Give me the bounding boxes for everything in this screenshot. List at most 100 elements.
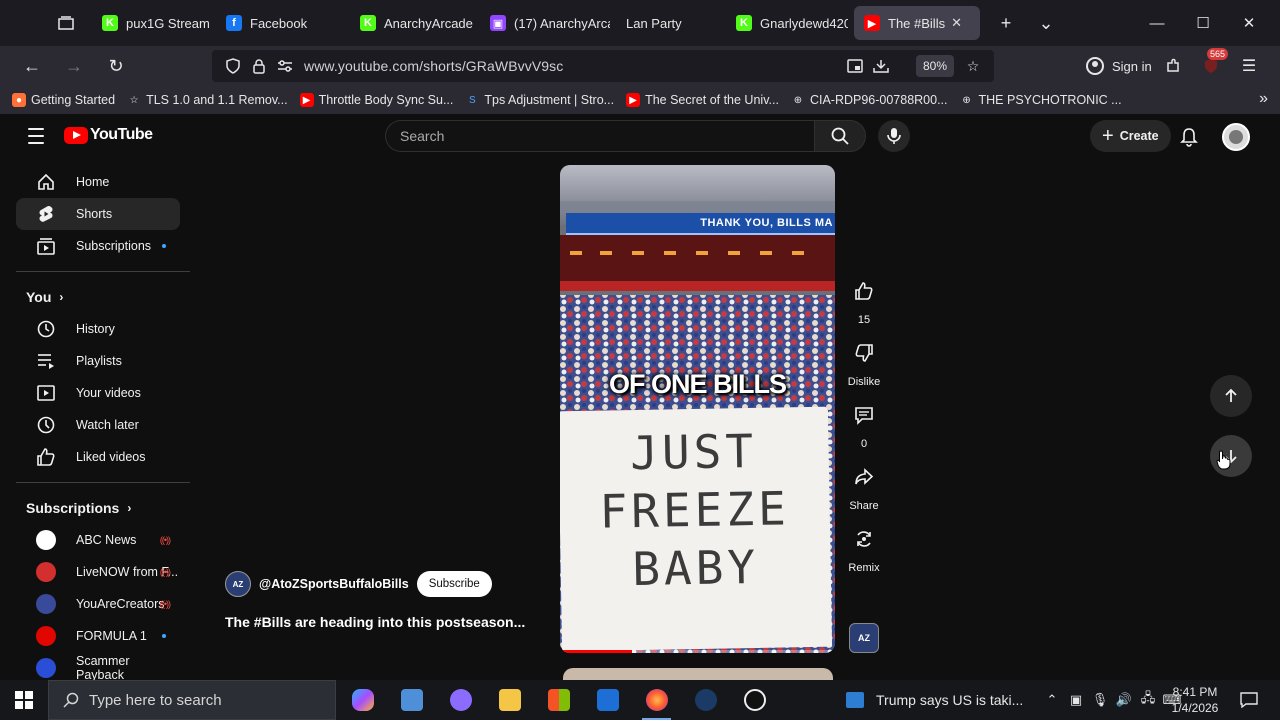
- share-action: Share: [843, 460, 885, 512]
- new-tab-button[interactable]: +: [986, 6, 1026, 40]
- taskbar-search-input[interactable]: Type here to search: [48, 680, 336, 720]
- browser-tab[interactable]: ▣ (17) AnarchyArca: [480, 6, 610, 40]
- subscribe-button[interactable]: Subscribe: [416, 571, 492, 597]
- ublock-extension-icon[interactable]: 565: [1196, 48, 1228, 81]
- dislike-button[interactable]: [847, 336, 881, 370]
- microsoft-store-app-icon[interactable]: [534, 680, 583, 720]
- download-page-icon[interactable]: [868, 53, 894, 79]
- short-video-player[interactable]: THANK YOU, BILLS MA OF ONE BILLS JUST FR…: [560, 165, 835, 653]
- short-title[interactable]: The #Bills are heading into this postsea…: [225, 614, 525, 630]
- tab-list-chevron-icon[interactable]: ⌄: [1026, 6, 1066, 40]
- file-explorer-app-icon[interactable]: [485, 680, 534, 720]
- account-avatar[interactable]: [1222, 123, 1250, 151]
- sidebar-item-home[interactable]: Home: [16, 166, 180, 198]
- bookmark-star-icon[interactable]: ☆: [960, 53, 986, 79]
- more-bookmarks-icon[interactable]: »: [1259, 90, 1268, 108]
- subscription-channel-item[interactable]: LiveNOW from F... ((•)): [16, 556, 180, 588]
- search-button[interactable]: [814, 120, 866, 152]
- notifications-bell-icon[interactable]: [1176, 124, 1202, 150]
- sidebar-you-header[interactable]: You ›: [6, 281, 194, 313]
- permissions-icon[interactable]: [272, 53, 298, 79]
- microphone-icon[interactable]: 🎙: [1088, 680, 1112, 720]
- browser-tab[interactable]: K Gnarlydewd420: [726, 6, 848, 40]
- url-text[interactable]: www.youtube.com/shorts/GRaWBvvV9sc: [304, 58, 563, 74]
- outlook-app-icon[interactable]: [583, 680, 632, 720]
- bookmark-item[interactable]: ● Getting Started: [12, 93, 115, 107]
- progress-bar[interactable]: [560, 650, 835, 653]
- channel-handle[interactable]: @AtoZSportsBuffaloBills: [259, 577, 409, 591]
- subscription-channel-item[interactable]: ABC News ((•)): [16, 524, 180, 556]
- network-icon[interactable]: 🖧: [1136, 680, 1160, 720]
- bookmark-item[interactable]: ▶ The Secret of the Univ...: [626, 93, 779, 107]
- address-bar[interactable]: www.youtube.com/shorts/GRaWBvvV9sc 80% ☆: [212, 50, 994, 82]
- sidebar-item-label: Watch later: [76, 418, 139, 432]
- subscription-channel-item[interactable]: FORMULA 1: [16, 620, 180, 652]
- close-window-button[interactable]: ✕: [1226, 0, 1272, 46]
- subscription-channel-item[interactable]: YouAreCreators ((•)): [16, 588, 180, 620]
- previous-short-button[interactable]: [1210, 375, 1252, 417]
- sidebar-item-liked-videos[interactable]: Liked videos: [16, 441, 180, 473]
- sidebar-item-label: Your videos: [76, 386, 141, 400]
- browser-tab[interactable]: ▶ The #Bills ✕: [854, 6, 980, 40]
- sidebar-subscriptions-header[interactable]: Subscriptions ›: [6, 492, 194, 524]
- picture-in-picture-icon[interactable]: [842, 53, 868, 79]
- bookmark-item[interactable]: ☆ TLS 1.0 and 1.1 Remov...: [127, 93, 288, 107]
- like-button[interactable]: [847, 274, 881, 308]
- news-widget[interactable]: Trump says US is taki...: [846, 680, 1023, 720]
- meet-now-icon[interactable]: ▣: [1064, 680, 1088, 720]
- bookmark-item[interactable]: ⊕ CIA-RDP96-00788R00...: [791, 93, 948, 107]
- create-button[interactable]: + Create: [1090, 120, 1171, 152]
- speedtest-app-icon[interactable]: [730, 680, 779, 720]
- search-input[interactable]: Search: [385, 120, 815, 152]
- sidebar-item-subscriptions[interactable]: Subscriptions: [16, 230, 180, 262]
- sidebar-item-history[interactable]: History: [16, 313, 180, 345]
- file-manager-app-icon[interactable]: [387, 680, 436, 720]
- bookmark-item[interactable]: ⊕ THE PSYCHOTRONIC ...: [960, 93, 1121, 107]
- show-hidden-icons-icon[interactable]: ⌃: [1040, 680, 1064, 720]
- browser-tab[interactable]: f Facebook: [216, 6, 344, 40]
- sidebar-item-your-videos[interactable]: Your videos: [16, 377, 180, 409]
- lock-icon[interactable]: [246, 53, 272, 79]
- reload-button[interactable]: ↻: [98, 50, 134, 82]
- discord-app-icon[interactable]: [436, 680, 485, 720]
- youtube-logo[interactable]: YouTube: [64, 126, 153, 144]
- remix-button[interactable]: [847, 522, 881, 556]
- start-button[interactable]: [0, 680, 48, 720]
- sign-in-button[interactable]: Sign in: [1078, 51, 1160, 81]
- channel-avatar[interactable]: AZ: [225, 571, 251, 597]
- subscription-channel-item[interactable]: Scammer Payback: [16, 652, 180, 680]
- taskbar-clock[interactable]: 8:41 PM 1/4/2026: [1164, 684, 1226, 716]
- new-content-dot: [162, 634, 166, 638]
- minimize-button[interactable]: —: [1134, 0, 1180, 46]
- tab-favicon-icon: K: [736, 15, 752, 31]
- voice-search-button[interactable]: [878, 120, 910, 152]
- news-icon: [846, 692, 864, 708]
- maximize-button[interactable]: ☐: [1180, 0, 1226, 46]
- sidebar-item-watch-later[interactable]: Watch later: [16, 409, 180, 441]
- copilot-app-icon[interactable]: [338, 680, 387, 720]
- extensions-icon[interactable]: [1158, 51, 1188, 81]
- browser-tab[interactable]: Lan Party: [616, 6, 720, 40]
- sidebar-item-playlists[interactable]: Playlists: [16, 345, 180, 377]
- notification-center-icon[interactable]: [1238, 689, 1260, 711]
- close-tab-icon[interactable]: ✕: [951, 15, 962, 31]
- bookmark-item[interactable]: ▶ Throttle Body Sync Su...: [299, 93, 453, 107]
- volume-icon[interactable]: 🔊: [1112, 680, 1136, 720]
- browser-tab[interactable]: K AnarchyArcade: [350, 6, 474, 40]
- zoom-level[interactable]: 80%: [915, 55, 954, 77]
- back-button[interactable]: ←: [14, 50, 50, 82]
- tab-list-icon[interactable]: [46, 6, 86, 40]
- sidebar-item-shorts[interactable]: Shorts: [16, 198, 180, 230]
- share-button[interactable]: [847, 460, 881, 494]
- firefox-app-icon[interactable]: [632, 680, 681, 720]
- tracking-shield-icon[interactable]: [220, 53, 246, 79]
- bookmark-item[interactable]: S Tps Adjustment | Stro...: [465, 93, 614, 107]
- forward-button[interactable]: →: [56, 50, 92, 82]
- comments-button[interactable]: [847, 398, 881, 432]
- app-menu-icon[interactable]: ☰: [1234, 51, 1264, 81]
- steam-app-icon[interactable]: [681, 680, 730, 720]
- audio-channel-thumbnail[interactable]: AZ: [849, 623, 879, 653]
- bookmark-favicon-icon: ▶: [299, 93, 314, 107]
- browser-tab[interactable]: Kpux1G Stream -: [92, 6, 210, 40]
- guide-menu-icon[interactable]: [22, 124, 50, 148]
